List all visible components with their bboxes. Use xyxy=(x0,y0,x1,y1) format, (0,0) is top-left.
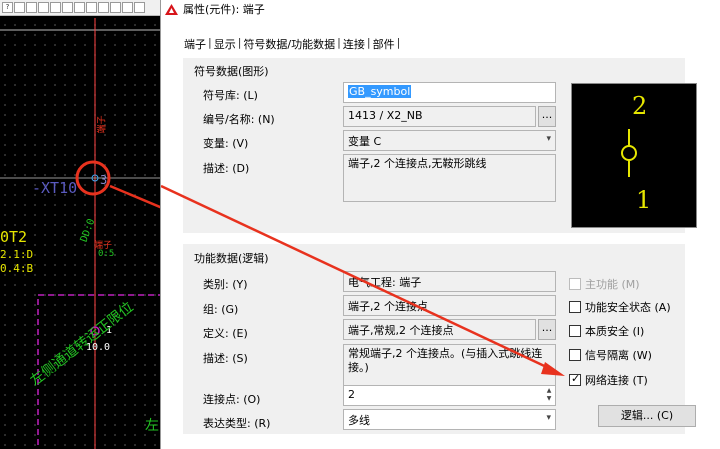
chevron-down-icon: ▾ xyxy=(546,413,551,423)
logic-button[interactable]: 逻辑... (C) xyxy=(598,405,696,427)
cad-component-label: -XT10 xyxy=(32,179,78,197)
symbol-description-value: 端子,2 个连接点,无鞍形跳线 xyxy=(348,157,487,170)
symbol-library-value: GB_symbol xyxy=(348,85,412,98)
cad-component-label-tail: 3 xyxy=(100,173,108,187)
checkbox-box[interactable] xyxy=(569,349,581,361)
symbol-library-field[interactable]: GB_symbol xyxy=(343,82,556,103)
connections-spinbox[interactable]: 2 ▲ ▼ xyxy=(343,385,556,406)
connections-label: 连接点: (O) xyxy=(203,393,261,406)
annotation-arrow-line xyxy=(109,184,160,209)
tab-terminal[interactable]: 端子 xyxy=(183,36,207,52)
category-field[interactable]: 电气工程: 端子 xyxy=(343,271,556,292)
checkbox-box[interactable] xyxy=(569,325,581,337)
tab-symbol-function-data[interactable]: 符号数据/功能数据 xyxy=(242,36,336,52)
checkbox-label: 本质安全 (I) xyxy=(585,325,645,338)
preview-top-number: 2 xyxy=(632,92,648,120)
tab-connection[interactable]: 连接 xyxy=(342,36,366,52)
screen: ? -XT10 3 端子 DD:0 端子 0:5 0T2 2.1:D 0.4:B… xyxy=(0,0,720,449)
checkbox-label: 功能安全状态 (A) xyxy=(585,301,671,314)
cad-rotated-label: 端子 xyxy=(97,115,108,134)
variant-select[interactable]: 变量 C ▾ xyxy=(343,130,556,151)
symbol-description-label: 描述: (D) xyxy=(203,162,250,175)
symbol-number-label: 编号/名称: (N) xyxy=(203,113,275,126)
representation-label: 表达类型: (R) xyxy=(203,417,271,430)
checkbox-network-connection[interactable]: 网络连接 (T) xyxy=(569,372,648,388)
tab-separator: | xyxy=(396,36,401,49)
category-value: 电气工程: 端子 xyxy=(348,276,422,289)
checkbox-box[interactable] xyxy=(569,278,581,290)
checkbox-label: 信号隔离 (W) xyxy=(585,349,652,362)
checkbox-box[interactable] xyxy=(569,301,581,313)
spin-arrows-icon[interactable]: ▲ ▼ xyxy=(544,387,554,403)
checkbox-intrinsic-safety[interactable]: 本质安全 (I) xyxy=(569,323,644,339)
cad-rotated-label: 0:5 xyxy=(98,249,115,259)
symbol-data-title: 符号数据(图形) xyxy=(194,65,269,78)
dialog-title: 属性(元件): 端子 xyxy=(183,3,265,16)
symbol-description-field[interactable]: 端子,2 个连接点,无鞍形跳线 xyxy=(343,154,556,202)
symbol-number-value: 1413 / X2_NB xyxy=(348,109,423,122)
group-field[interactable]: 端子,2 个连接点 xyxy=(343,295,556,316)
function-data-title: 功能数据(逻辑) xyxy=(194,252,269,265)
category-label: 类别: (Y) xyxy=(203,278,248,291)
variant-label: 变量: (V) xyxy=(203,137,249,150)
definition-value: 端子,常规,2 个连接点 xyxy=(348,324,454,337)
symbol-number-field[interactable]: 1413 / X2_NB xyxy=(343,106,536,127)
preview-bottom-number: 1 xyxy=(636,186,652,214)
checkbox-signal-isolation[interactable]: 信号隔离 (W) xyxy=(569,347,652,363)
cad-canvas[interactable]: ? -XT10 3 端子 DD:0 端子 0:5 0T2 2.1:D 0.4:B… xyxy=(0,0,160,449)
definition-field[interactable]: 端子,常规,2 个连接点 xyxy=(343,319,536,340)
tab-parts[interactable]: 部件 xyxy=(372,36,396,52)
definition-browse-button[interactable]: ... xyxy=(538,319,556,340)
properties-dialog: 属性(元件): 端子 端子 | 显示 | 符号数据/功能数据 | 连接 | 部件… xyxy=(160,0,720,449)
checkbox-box[interactable] xyxy=(569,372,581,386)
connections-value: 2 xyxy=(348,388,355,401)
variant-value: 变量 C xyxy=(348,135,382,148)
symbol-preview: 2 1 xyxy=(571,83,697,228)
group-label: 组: (G) xyxy=(203,303,239,316)
app-logo-icon xyxy=(165,3,178,15)
representation-select[interactable]: 多线 ▾ xyxy=(343,409,556,430)
definition-label: 定义: (E) xyxy=(203,327,248,340)
checkbox-label: 网络连接 (T) xyxy=(585,374,648,387)
checkbox-main-function[interactable]: 主功能 (M) xyxy=(569,276,640,292)
group-value: 端子,2 个连接点 xyxy=(348,300,428,313)
representation-value: 多线 xyxy=(348,414,370,427)
cad-left-label: 0.4:B xyxy=(0,262,34,275)
chevron-down-icon: ▾ xyxy=(546,134,551,144)
cad-left-label: 2.1:D xyxy=(0,248,34,261)
tab-display[interactable]: 显示 xyxy=(213,36,237,52)
cad-left-label: 0T2 xyxy=(0,228,28,246)
function-description-label: 描述: (S) xyxy=(203,352,248,365)
checkbox-label: 主功能 (M) xyxy=(585,278,640,291)
symbol-number-browse-button[interactable]: ... xyxy=(538,106,556,127)
cad-drawing xyxy=(0,18,160,449)
symbol-library-label: 符号库: (L) xyxy=(203,89,258,102)
dialog-titlebar[interactable]: 属性(元件): 端子 xyxy=(161,0,720,18)
cad-green-text: 左 xyxy=(145,418,159,434)
checkbox-functional-safety[interactable]: 功能安全状态 (A) xyxy=(569,299,671,315)
tab-bar: 端子 | 显示 | 符号数据/功能数据 | 连接 | 部件 | xyxy=(183,36,401,52)
function-description-value: 常规端子,2 个连接点。(与插入式跳线连接。) xyxy=(348,347,543,374)
